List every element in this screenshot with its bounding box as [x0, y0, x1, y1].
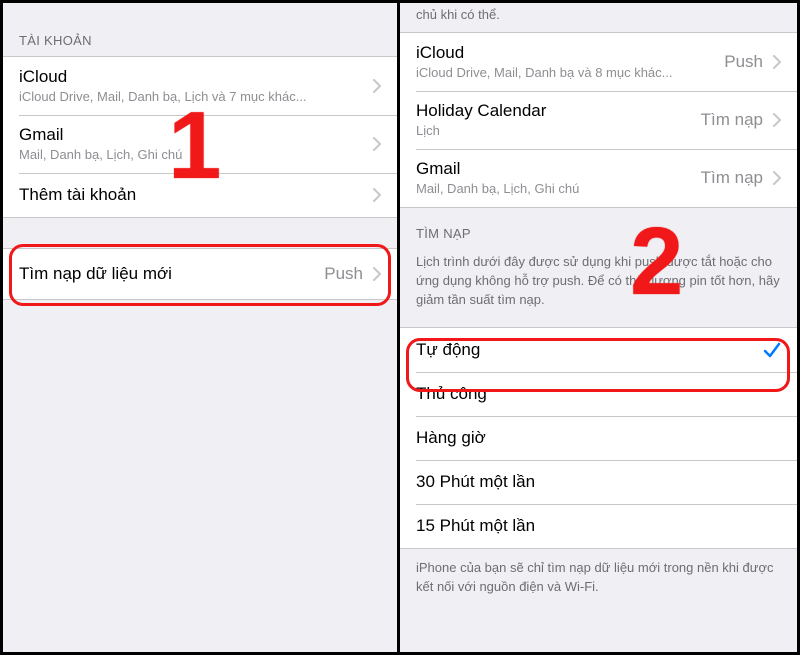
fetch-bottom-note: iPhone của bạn sẽ chỉ tìm nạp dữ liệu mớ…: [400, 549, 797, 615]
chevron-right-icon: [373, 267, 381, 281]
fetch-account-row-icloud[interactable]: iCloud iCloud Drive, Mail, Danh bạ và 8 …: [400, 33, 797, 91]
account-fetch-mode: Push: [724, 52, 763, 72]
chevron-right-icon: [773, 113, 781, 127]
account-subtitle: iCloud Drive, Mail, Danh bạ và 8 mục khá…: [416, 65, 716, 81]
fetch-option-hourly[interactable]: Hàng giờ: [400, 416, 797, 460]
fetch-settings-pane: chủ khi có thể. iCloud iCloud Drive, Mai…: [400, 3, 797, 652]
account-title: Holiday Calendar: [416, 101, 693, 121]
account-row-gmail[interactable]: Gmail Mail, Danh bạ, Lịch, Ghi chú: [3, 115, 397, 173]
fetch-account-row-holiday[interactable]: Holiday Calendar Lịch Tìm nạp: [400, 91, 797, 149]
chevron-right-icon: [373, 79, 381, 93]
fetch-option-30min[interactable]: 30 Phút một lần: [400, 460, 797, 504]
section-header-fetch: Tìm nạp: [400, 208, 797, 249]
accounts-pane: Tài khoản iCloud iCloud Drive, Mail, Dan…: [3, 3, 400, 652]
fetch-new-data-row[interactable]: Tìm nạp dữ liệu mới Push: [3, 249, 397, 299]
account-title: iCloud: [19, 67, 363, 87]
chevron-right-icon: [773, 55, 781, 69]
account-subtitle: Lịch: [416, 123, 693, 139]
fetch-option-manual[interactable]: Thủ công: [400, 372, 797, 416]
account-title: Gmail: [416, 159, 693, 179]
fetch-explainer-text: Lịch trình dưới đây được sử dụng khi pus…: [400, 249, 797, 328]
fetch-row-title: Tìm nạp dữ liệu mới: [19, 264, 316, 284]
account-row-icloud[interactable]: iCloud iCloud Drive, Mail, Danh bạ, Lịch…: [3, 57, 397, 115]
option-label: Tự động: [416, 340, 753, 360]
fetch-option-auto[interactable]: Tự động: [400, 328, 797, 372]
account-subtitle: Mail, Danh bạ, Lịch, Ghi chú: [19, 147, 363, 163]
section-header-accounts: Tài khoản: [3, 3, 397, 56]
account-subtitle: iCloud Drive, Mail, Danh bạ, Lịch và 7 m…: [19, 89, 363, 105]
fetch-option-15min[interactable]: 15 Phút một lần: [400, 504, 797, 548]
accounts-group: iCloud iCloud Drive, Mail, Danh bạ, Lịch…: [3, 56, 397, 218]
account-title: iCloud: [416, 43, 716, 63]
chevron-right-icon: [773, 171, 781, 185]
fetch-group: Tìm nạp dữ liệu mới Push: [3, 248, 397, 300]
account-fetch-mode: Tìm nạp: [701, 110, 763, 130]
fetch-row-detail: Push: [324, 264, 363, 284]
checkmark-icon: [763, 341, 781, 359]
fetch-account-row-gmail[interactable]: Gmail Mail, Danh bạ, Lịch, Ghi chú Tìm n…: [400, 149, 797, 207]
option-label: Thủ công: [416, 384, 781, 404]
fetch-accounts-group: iCloud iCloud Drive, Mail, Danh bạ và 8 …: [400, 32, 797, 208]
account-fetch-mode: Tìm nạp: [701, 168, 763, 188]
chevron-right-icon: [373, 137, 381, 151]
add-account-label: Thêm tài khoản: [19, 185, 363, 205]
chevron-right-icon: [373, 188, 381, 202]
account-subtitle: Mail, Danh bạ, Lịch, Ghi chú: [416, 181, 693, 197]
add-account-row[interactable]: Thêm tài khoản: [3, 173, 397, 217]
option-label: 15 Phút một lần: [416, 516, 781, 536]
account-title: Gmail: [19, 125, 363, 145]
option-label: Hàng giờ: [416, 428, 781, 448]
truncated-header-text: chủ khi có thể.: [400, 3, 797, 32]
option-label: 30 Phút một lần: [416, 472, 781, 492]
fetch-schedule-group: Tự động Thủ công Hàng giờ 30 Phút một lầ…: [400, 327, 797, 549]
